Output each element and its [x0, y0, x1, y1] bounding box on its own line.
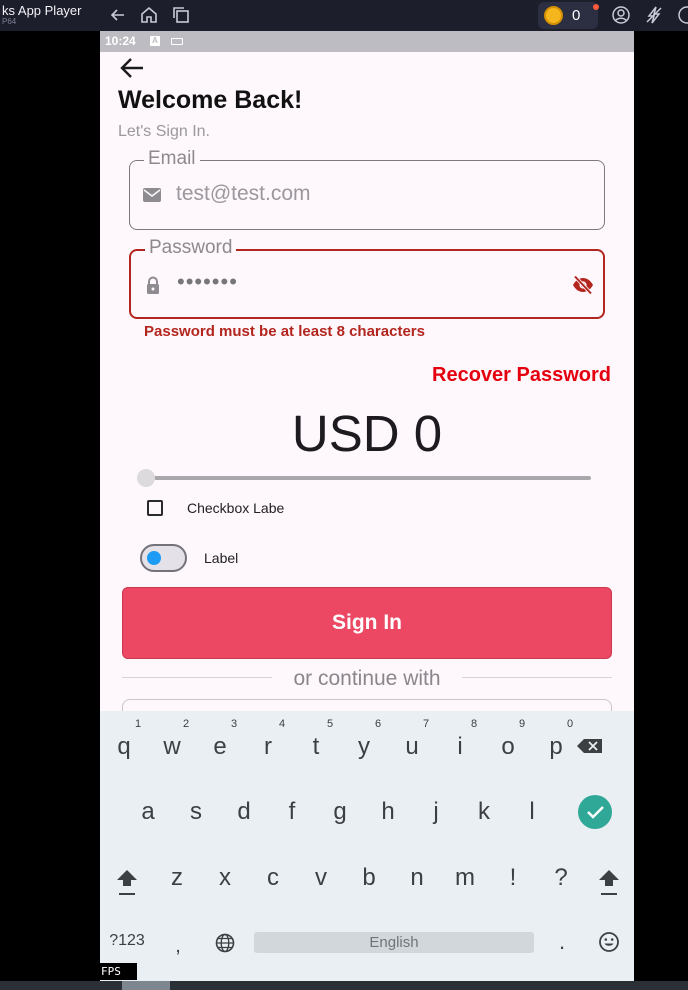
key-row3-5[interactable]: n	[397, 853, 437, 903]
key-number-hint-6: 7	[422, 718, 430, 730]
key-row3-0[interactable]: z	[157, 853, 197, 903]
key-row3-3[interactable]: v	[301, 853, 341, 903]
key-number-hint-9: 0	[566, 718, 574, 730]
symbols-key[interactable]: ?123	[106, 932, 148, 950]
key-row2-1[interactable]: s	[176, 787, 216, 837]
emulator-bottom-bar	[0, 981, 688, 990]
password-field[interactable]: Password •••••••	[129, 237, 605, 319]
checkbox[interactable]	[147, 500, 163, 516]
key-row3-8[interactable]: ?	[541, 853, 581, 903]
amount-slider-track[interactable]	[146, 476, 591, 480]
recent-apps-icon[interactable]	[171, 5, 191, 25]
period-key[interactable]: .	[552, 929, 572, 955]
toggle-knob	[147, 551, 161, 565]
back-arrow-icon[interactable]	[108, 5, 128, 25]
android-status-bar: 10:24 A	[100, 31, 634, 52]
coin-counter[interactable]: 0	[538, 2, 599, 29]
key-number-hint-5: 6	[374, 718, 382, 730]
comma-key[interactable]: ,	[168, 935, 188, 958]
page-subtitle: Let's Sign In.	[118, 123, 210, 140]
emoji-icon[interactable]	[597, 930, 621, 954]
password-label: Password	[145, 237, 237, 259]
emulator-subtitle: P64	[2, 17, 17, 26]
key-number-hint-4: 5	[326, 718, 334, 730]
key-row2-3[interactable]: f	[272, 787, 312, 837]
enter-key[interactable]	[578, 795, 612, 829]
key-row2-4[interactable]: g	[320, 787, 360, 837]
key-row2-6[interactable]: j	[416, 787, 456, 837]
notification-dot-icon	[593, 4, 599, 10]
key-number-hint-7: 8	[470, 718, 478, 730]
visibility-off-icon[interactable]	[572, 275, 594, 295]
home-icon[interactable]	[139, 5, 159, 25]
key-row2-8[interactable]: l	[512, 787, 552, 837]
key-number-hint-1: 2	[182, 718, 190, 730]
page-title: Welcome Back!	[118, 86, 303, 114]
status-time: 10:24	[105, 34, 136, 48]
emulator-title-bar: ks App Player P64 0	[0, 0, 688, 31]
email-input[interactable]	[176, 182, 556, 206]
shift-key-left[interactable]	[107, 862, 147, 902]
key-number-hint-3: 4	[278, 718, 286, 730]
soft-keyboard: qwertyuiop1234567890 asdfghjkl z x c v b n m!?…	[100, 711, 634, 981]
password-input[interactable]: •••••••	[177, 269, 238, 295]
amount-display: USD 0	[291, 405, 443, 462]
email-field[interactable]: Email	[129, 148, 605, 230]
password-error-text: Password must be at least 8 characters	[144, 323, 425, 340]
key-row2-7[interactable]: k	[464, 787, 504, 837]
toggle-label: Label	[204, 550, 239, 566]
space-key[interactable]: English	[254, 932, 534, 953]
account-icon[interactable]	[611, 5, 631, 25]
emulator-window: { "emulator": { "title": "ks App Player"…	[0, 0, 688, 990]
coin-count: 0	[572, 7, 581, 24]
key-row3-2[interactable]: c	[253, 853, 293, 903]
mail-icon	[142, 185, 162, 205]
key-row3-6[interactable]: m	[445, 853, 485, 903]
help-icon[interactable]	[677, 5, 688, 25]
key-row3-1[interactable]: x	[205, 853, 245, 903]
recover-password-link[interactable]: Recover Password	[432, 364, 611, 387]
key-row3-7[interactable]: !	[493, 853, 533, 903]
status-indicator-icon: A	[150, 36, 160, 46]
checkbox-label: Checkbox Labe	[187, 500, 285, 516]
lock-icon	[143, 275, 163, 295]
sign-in-button[interactable]: Sign In	[122, 587, 612, 659]
amount-slider-thumb[interactable]	[137, 469, 155, 487]
fps-counter: FPS 38	[100, 963, 137, 990]
emulator-title: ks App Player	[2, 3, 82, 18]
or-continue-with-text: or continue with	[293, 667, 441, 690]
emulator-bottom-handle[interactable]	[122, 981, 170, 990]
backspace-key[interactable]	[570, 731, 610, 761]
email-label: Email	[144, 148, 200, 170]
key-number-hint-2: 3	[230, 718, 238, 730]
key-row3-4[interactable]: b	[349, 853, 389, 903]
key-row2-5[interactable]: h	[368, 787, 408, 837]
key-row2-0[interactable]: a	[128, 787, 168, 837]
coin-icon	[544, 6, 563, 25]
key-row2-2[interactable]: d	[224, 787, 264, 837]
key-number-hint-8: 9	[518, 718, 526, 730]
shift-key-right[interactable]	[589, 862, 629, 902]
key-number-hint-0: 1	[134, 718, 142, 730]
performance-icon[interactable]	[644, 5, 664, 25]
back-button[interactable]	[118, 55, 148, 81]
phone-screen: 10:24 A Welcome Back! Let's Sign In. Ema…	[100, 31, 634, 981]
keyboard-status-icon	[171, 38, 183, 45]
globe-icon[interactable]	[212, 932, 238, 954]
toggle-switch[interactable]	[140, 544, 187, 572]
